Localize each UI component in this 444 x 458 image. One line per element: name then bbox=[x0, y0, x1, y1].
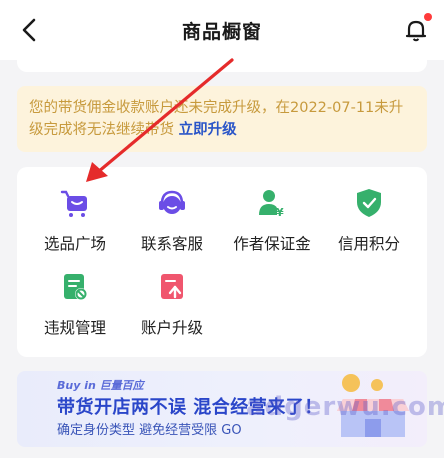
banner-brand: Buy in 巨量百应 bbox=[57, 379, 144, 392]
bottom-spacer bbox=[0, 450, 444, 458]
banner-subtitle: 确定身份类型 避免经营受限 GO bbox=[57, 423, 242, 438]
watermark: adgerwu.com bbox=[246, 392, 444, 422]
